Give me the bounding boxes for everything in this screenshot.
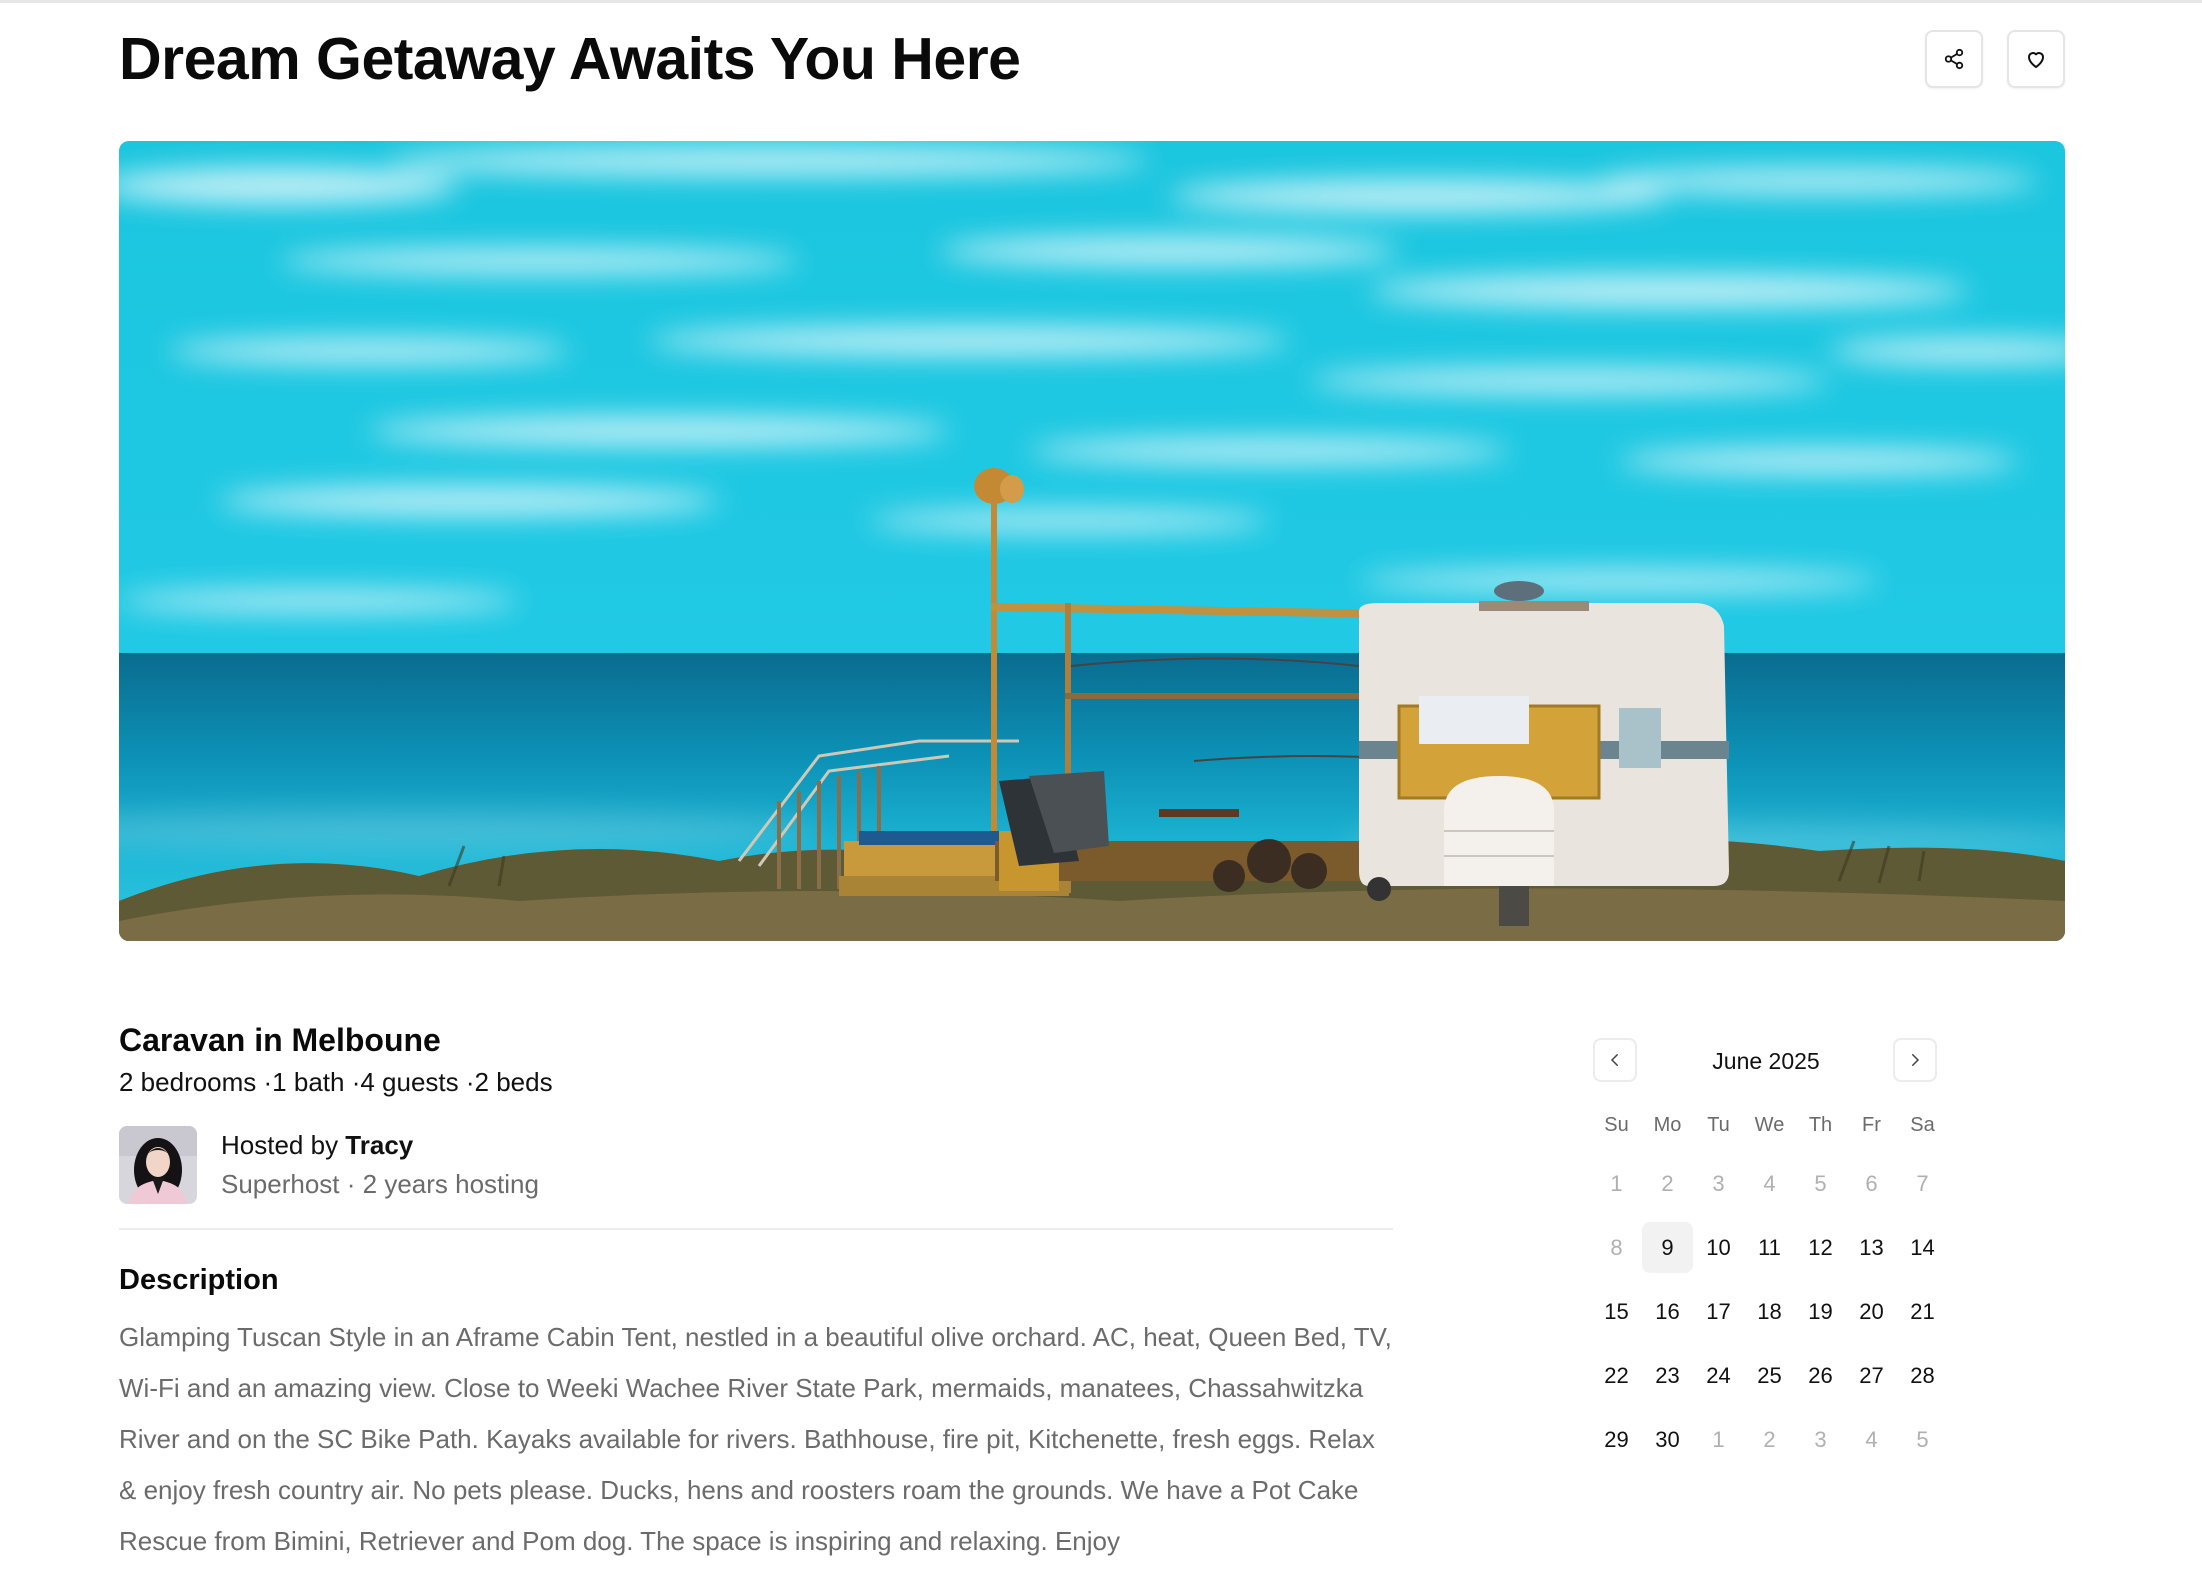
host-avatar[interactable] [119,1126,197,1204]
host-prefix: Hosted by [221,1130,346,1160]
calendar-day: 5 [1916,1426,1929,1452]
calendar-day[interactable]: 10 [1693,1222,1744,1273]
weekday-header: Tu [1707,1113,1730,1136]
calendar-day: 7 [1916,1170,1929,1196]
weekday-header: Th [1808,1113,1833,1136]
share-button[interactable] [1925,30,1983,88]
calendar-day[interactable]: 19 [1795,1286,1846,1337]
calendar-month-label: June 2025 [1712,1048,1820,1074]
favorite-button[interactable] [2007,30,2065,88]
heart-icon [2028,52,2044,68]
calendar-day[interactable]: 20 [1846,1286,1897,1337]
listing-details: Caravan in Melboune 2 bedrooms ·1 bath ·… [119,1018,1393,1572]
host-name[interactable]: Tracy [345,1130,413,1160]
calendar-day[interactable]: 23 [1642,1350,1693,1401]
next-month-button[interactable] [1893,1038,1937,1082]
calendar-grid: Su Mo Tu We Th Fr Sa 1 2 3 4 5 6 7 8 9 10 11 12 13 14 15 16 17 1… [1591,1105,1941,1465]
calendar-day[interactable]: 17 [1693,1286,1744,1337]
calendar-day[interactable]: 18 [1744,1286,1795,1337]
calendar-day[interactable]: 29 [1591,1414,1642,1465]
calendar-day[interactable]: 21 [1897,1286,1948,1337]
calendar-day: 6 [1865,1170,1878,1196]
weekday-header: Sa [1910,1113,1935,1136]
section-divider [119,1228,1393,1230]
weekday-header: Su [1604,1113,1629,1136]
chevron-right-icon [1912,1054,1920,1066]
host-text: Hosted by Tracy Superhost · 2 years host… [221,1127,539,1203]
calendar-day: 4 [1865,1426,1878,1452]
calendar-day[interactable]: 15 [1591,1286,1642,1337]
page-header: Dream Getaway Awaits You Here [119,22,2065,96]
calendar-day: 2 [1763,1426,1776,1452]
description-text: Glamping Tuscan Style in an Aframe Cabin… [119,1322,1392,1556]
calendar-day[interactable]: 30 [1642,1414,1693,1465]
host-status: Superhost · 2 years hosting [221,1169,539,1199]
calendar-day: 8 [1610,1234,1623,1260]
calendar-day: 5 [1814,1170,1827,1196]
description-title: Description [119,1264,279,1296]
calendar-day: 1 [1712,1426,1725,1452]
calendar-day[interactable]: 24 [1693,1350,1744,1401]
calendar-day[interactable]: 14 [1897,1222,1948,1273]
calendar-day: 2 [1661,1170,1674,1196]
listing-meta: 2 bedrooms ·1 bath ·4 guests ·2 beds [119,1067,553,1097]
calendar-day[interactable]: 13 [1846,1222,1897,1273]
calendar-day[interactable]: 27 [1846,1350,1897,1401]
weekday-header: We [1754,1113,1785,1136]
calendar-day[interactable]: 28 [1897,1350,1948,1401]
calendar-day[interactable]: 22 [1591,1350,1642,1401]
calendar-day: 3 [1712,1170,1725,1196]
page-title: Dream Getaway Awaits You Here [119,26,1021,92]
calendar-day: 3 [1814,1426,1827,1452]
top-border [0,0,2202,3]
host-info: Hosted by Tracy Superhost · 2 years host… [119,1126,1393,1204]
calendar-header: June 2025 [1591,1035,1941,1083]
share-icon [1944,48,1964,70]
calendar-day[interactable]: 11 [1744,1222,1795,1273]
hero-photo [119,141,2065,941]
calendar-day[interactable]: 26 [1795,1350,1846,1401]
calendar-day[interactable]: 16 [1642,1286,1693,1337]
calendar-day[interactable]: 25 [1744,1350,1795,1401]
calendar-day: 4 [1763,1170,1776,1196]
calendar-day[interactable]: 12 [1795,1222,1846,1273]
listing-title: Caravan in Melboune [119,1022,441,1058]
calendar-day[interactable]: 9 [1642,1222,1693,1273]
weekday-header: Mo [1653,1113,1682,1136]
host-name-line: Hosted by Tracy [221,1127,539,1163]
weekday-header: Fr [1862,1113,1881,1136]
calendar-day: 1 [1610,1170,1623,1196]
availability-calendar: June 2025 Su Mo Tu We Th Fr Sa 1 2 3 4 5 6 7 8 9 10 11 12 1… [1591,1035,1941,1465]
